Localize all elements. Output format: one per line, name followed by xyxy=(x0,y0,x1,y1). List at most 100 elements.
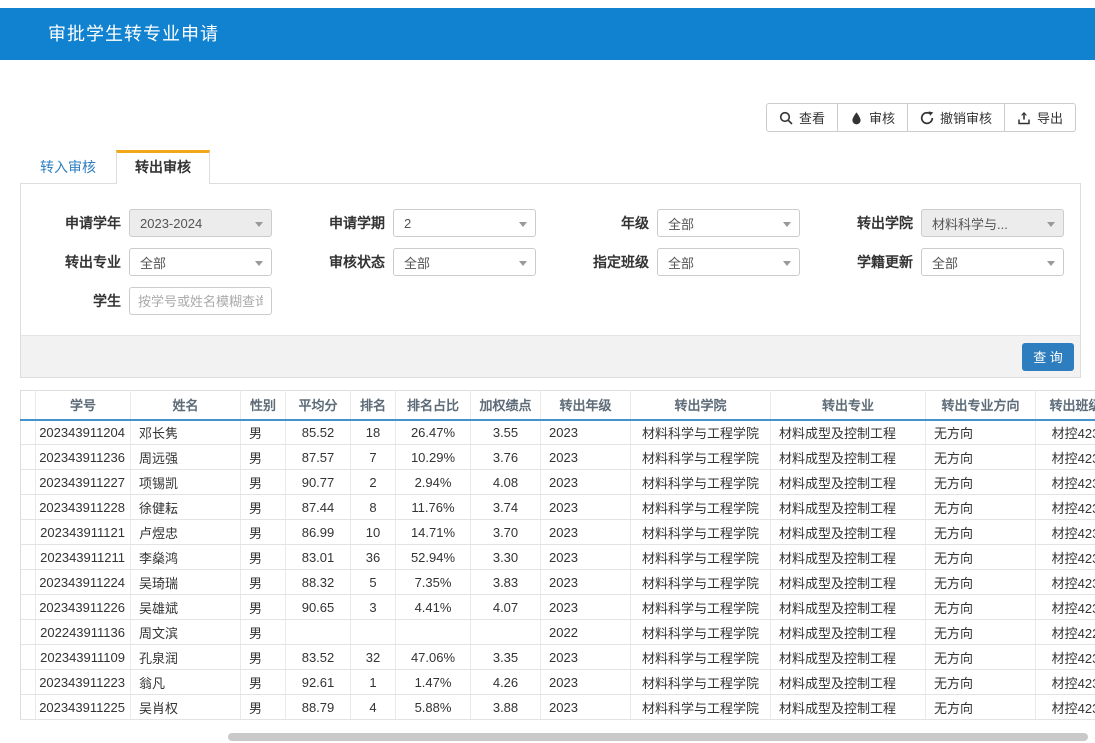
column-header: 排名占比 xyxy=(396,391,471,420)
column-header: 平均分 xyxy=(286,391,351,420)
filter-footer: 查 询 xyxy=(21,335,1080,377)
search-button[interactable]: 查 询 xyxy=(1022,343,1074,371)
tab-bar: 转入审核 转出审核 xyxy=(20,150,210,184)
table-row[interactable]: 202343911225吴肖权男88.7945.88%3.882023材料科学与… xyxy=(21,695,1095,720)
table-cell: 翁凡 xyxy=(131,670,241,695)
table-cell: 3.55 xyxy=(471,420,541,445)
table-cell: 材料成型及控制工程 xyxy=(771,470,926,495)
apply-term-select[interactable]: 2 xyxy=(393,209,536,237)
table-cell: 47.06% xyxy=(396,645,471,670)
table-row[interactable]: 202243911136周文滨男2022材料科学与工程学院材料成型及控制工程无方… xyxy=(21,620,1095,645)
table-cell: 2 xyxy=(351,470,396,495)
view-button[interactable]: 查看 xyxy=(766,103,838,132)
table-cell: 无方向 xyxy=(926,620,1036,645)
undo-icon xyxy=(920,111,934,125)
table-row[interactable]: 202343911228徐健耘男87.44811.76%3.742023材料科学… xyxy=(21,495,1095,520)
table-cell xyxy=(21,520,36,545)
table-cell: 男 xyxy=(241,495,286,520)
table-cell: 5.88% xyxy=(396,695,471,720)
table-cell: 36 xyxy=(351,545,396,570)
table-cell: 材料科学与工程学院 xyxy=(631,545,771,570)
chevron-down-icon xyxy=(255,222,263,227)
table-cell: 10.29% xyxy=(396,445,471,470)
enrollment-update-select[interactable]: 全部 xyxy=(921,248,1064,276)
view-button-label: 查看 xyxy=(799,108,825,127)
table-cell: 3.74 xyxy=(471,495,541,520)
table-cell: 202243911136 xyxy=(36,620,131,645)
table-row[interactable]: 202343911211李燊鸿男83.013652.94%3.302023材料科… xyxy=(21,545,1095,570)
table-row[interactable]: 202343911204邓长隽男85.521826.47%3.552023材料科… xyxy=(21,420,1095,445)
table-row[interactable]: 202343911226吴雄斌男90.6534.41%4.072023材料科学与… xyxy=(21,595,1095,620)
grade-select[interactable]: 全部 xyxy=(657,209,800,237)
column-header: 性别 xyxy=(241,391,286,420)
revoke-audit-button[interactable]: 撤销审核 xyxy=(907,103,1005,132)
table-cell: 2023 xyxy=(541,645,631,670)
search-icon xyxy=(779,111,793,125)
tab-transfer-out-audit[interactable]: 转出审核 xyxy=(116,150,210,184)
filter-field-assigned-class: 指定班级全部 xyxy=(549,248,813,276)
table-row[interactable]: 202343911121卢煜忠男86.991014.71%3.702023材料科… xyxy=(21,520,1095,545)
table-cell: 90.65 xyxy=(286,595,351,620)
revoke-audit-button-label: 撤销审核 xyxy=(940,108,992,127)
table-cell xyxy=(21,445,36,470)
table-row[interactable]: 202343911227项锡凯男90.7722.94%4.082023材料科学与… xyxy=(21,470,1095,495)
table-cell: 202343911227 xyxy=(36,470,131,495)
column-header: 转出年级 xyxy=(541,391,631,420)
table-cell: 2023 xyxy=(541,445,631,470)
column-header xyxy=(21,391,36,420)
chevron-down-icon xyxy=(255,261,263,266)
filter-field-audit-status: 审核状态全部 xyxy=(285,248,549,276)
table-cell: 32 xyxy=(351,645,396,670)
table-cell: 材料成型及控制工程 xyxy=(771,645,926,670)
horizontal-scrollbar[interactable] xyxy=(228,733,1088,741)
table-cell: 92.61 xyxy=(286,670,351,695)
table-row[interactable]: 202343911223翁凡男92.6111.47%4.262023材料科学与工… xyxy=(21,670,1095,695)
table-cell: 10 xyxy=(351,520,396,545)
student-input[interactable] xyxy=(129,287,272,315)
table-cell: 男 xyxy=(241,670,286,695)
table-cell: 202343911204 xyxy=(36,420,131,445)
table-cell: 徐健耘 xyxy=(131,495,241,520)
table-cell xyxy=(21,545,36,570)
table-cell: 无方向 xyxy=(926,445,1036,470)
table-cell: 90.77 xyxy=(286,470,351,495)
table-cell: 项锡凯 xyxy=(131,470,241,495)
out-college-value: 材料科学与... xyxy=(932,214,1008,233)
tab-transfer-in-audit[interactable]: 转入审核 xyxy=(20,151,116,184)
assigned-class-label: 指定班级 xyxy=(549,252,649,272)
chevron-down-icon xyxy=(1047,222,1055,227)
table-row[interactable]: 202343911109孔泉润男83.523247.06%3.352023材料科… xyxy=(21,645,1095,670)
table-cell: 材料科学与工程学院 xyxy=(631,670,771,695)
table-cell: 材料成型及控制工程 xyxy=(771,445,926,470)
table-cell: 18 xyxy=(351,420,396,445)
table-cell: 材控423 xyxy=(1036,645,1095,670)
column-header: 转出班级 xyxy=(1036,391,1095,420)
table-row[interactable]: 202343911224吴琦瑞男88.3257.35%3.832023材料科学与… xyxy=(21,570,1095,595)
table-cell: 无方向 xyxy=(926,545,1036,570)
table-cell: 材控423 xyxy=(1036,595,1095,620)
audit-button[interactable]: 审核 xyxy=(837,103,908,132)
table-cell xyxy=(21,645,36,670)
table-row[interactable]: 202343911236周远强男87.57710.29%3.762023材料科学… xyxy=(21,445,1095,470)
table-cell: 4.08 xyxy=(471,470,541,495)
assigned-class-select[interactable]: 全部 xyxy=(657,248,800,276)
table-cell: 材料成型及控制工程 xyxy=(771,620,926,645)
apply-year-value: 2023-2024 xyxy=(140,216,202,231)
table-cell xyxy=(21,420,36,445)
filter-grid: 申请学年2023-2024申请学期2年级全部转出学院材料科学与...转出专业全部… xyxy=(21,184,1080,315)
table-cell xyxy=(21,570,36,595)
table-cell: 2023 xyxy=(541,470,631,495)
table-cell: 男 xyxy=(241,470,286,495)
table-cell: 无方向 xyxy=(926,595,1036,620)
toolbar: 查看 审核 撤销审核 导出 xyxy=(766,103,1076,132)
table-cell: 87.44 xyxy=(286,495,351,520)
table-cell: 材控423 xyxy=(1036,520,1095,545)
apply-term-label: 申请学期 xyxy=(285,213,385,233)
table-cell xyxy=(351,620,396,645)
table-cell: 2023 xyxy=(541,420,631,445)
out-major-select[interactable]: 全部 xyxy=(129,248,272,276)
export-button[interactable]: 导出 xyxy=(1004,103,1076,132)
table-cell: 无方向 xyxy=(926,520,1036,545)
audit-status-select[interactable]: 全部 xyxy=(393,248,536,276)
column-header: 转出学院 xyxy=(631,391,771,420)
